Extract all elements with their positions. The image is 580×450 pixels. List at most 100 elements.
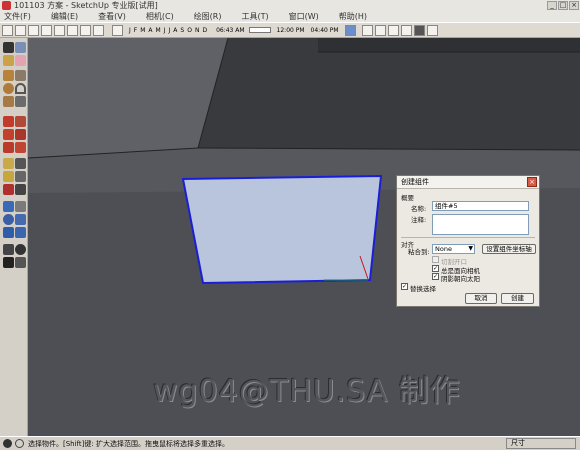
- paint-bucket-icon[interactable]: [3, 55, 14, 66]
- dialog-title-bar: 创建组件 ×: [397, 176, 539, 189]
- watermark-text: wg04@THU.SA 制作: [153, 374, 461, 409]
- month-3[interactable]: M: [140, 27, 145, 34]
- zoom-window-icon[interactable]: [15, 214, 26, 225]
- month-12[interactable]: D: [202, 27, 207, 34]
- home-icon[interactable]: [28, 24, 39, 36]
- eraser-icon[interactable]: [15, 55, 26, 66]
- pan-icon[interactable]: [15, 201, 26, 212]
- select-arrow-icon[interactable]: [3, 42, 14, 53]
- previous-view-icon[interactable]: [15, 227, 26, 238]
- minimize-button[interactable]: _: [547, 1, 557, 10]
- month-5[interactable]: M: [156, 27, 161, 34]
- polygon-icon[interactable]: [3, 96, 14, 107]
- month-2[interactable]: F: [134, 27, 137, 34]
- new-file-icon[interactable]: [2, 24, 13, 36]
- front-view-icon[interactable]: [41, 24, 52, 36]
- wireframe-style-icon[interactable]: [374, 24, 386, 36]
- line-icon[interactable]: [15, 70, 26, 81]
- month-1[interactable]: J: [129, 27, 131, 34]
- replace-selection-checkbox[interactable]: ✓: [401, 283, 408, 290]
- create-button[interactable]: 创建: [501, 293, 534, 304]
- tape-measure-icon[interactable]: [3, 158, 14, 169]
- menu-help[interactable]: 帮助(H): [339, 11, 367, 22]
- month-10[interactable]: O: [187, 27, 192, 34]
- measurements-box[interactable]: 尺寸: [506, 438, 576, 449]
- month-6[interactable]: J: [164, 27, 166, 34]
- zoom-icon[interactable]: [3, 214, 14, 225]
- shadow-toggle-icon[interactable]: [112, 24, 123, 36]
- replace-selection-label: 替换选择: [410, 285, 436, 293]
- dimension-icon[interactable]: [15, 158, 26, 169]
- back-view-icon[interactable]: [67, 24, 78, 36]
- left-view-icon[interactable]: [80, 24, 91, 36]
- month-7[interactable]: J: [169, 27, 171, 34]
- checkmark-icon: ✓: [402, 283, 408, 290]
- walk-icon[interactable]: [3, 257, 14, 268]
- scale-icon[interactable]: [3, 142, 14, 153]
- shadows-face-sun-checkbox[interactable]: ✓: [432, 273, 439, 280]
- menu-tools[interactable]: 工具(T): [242, 11, 269, 22]
- set-component-axes-button[interactable]: 设置组件坐标轴: [482, 244, 536, 254]
- close-window-button[interactable]: ×: [569, 1, 579, 10]
- move-icon[interactable]: [3, 116, 14, 127]
- description-input[interactable]: [432, 214, 529, 235]
- right-view-icon[interactable]: [54, 24, 65, 36]
- rectangle-icon[interactable]: [3, 70, 14, 81]
- monochrome-style-icon[interactable]: [426, 24, 438, 36]
- open-file-icon[interactable]: [15, 24, 26, 36]
- orbit-icon[interactable]: [3, 201, 14, 212]
- section-divider: [401, 237, 535, 238]
- push-pull-icon[interactable]: [15, 116, 26, 127]
- position-camera-icon[interactable]: [3, 244, 14, 255]
- selected-face[interactable]: [181, 174, 383, 285]
- help-icon[interactable]: [15, 439, 24, 448]
- axes-icon[interactable]: [3, 184, 14, 195]
- section-plane-icon[interactable]: [15, 257, 26, 268]
- hidden-line-style-icon[interactable]: [387, 24, 399, 36]
- freehand-icon[interactable]: [15, 96, 26, 107]
- text-icon[interactable]: [15, 171, 26, 182]
- cancel-button[interactable]: 取消: [465, 293, 497, 304]
- geo-location-icon[interactable]: [3, 439, 12, 448]
- protractor-icon[interactable]: [3, 171, 14, 182]
- follow-me-icon[interactable]: [15, 129, 26, 140]
- menu-draw[interactable]: 绘图(R): [194, 11, 222, 22]
- general-section-label: 概要: [401, 194, 414, 202]
- xray-style-icon[interactable]: [361, 24, 373, 36]
- circle-icon[interactable]: [3, 83, 14, 94]
- cut-opening-checkbox[interactable]: [432, 256, 439, 263]
- offset-icon[interactable]: [15, 142, 26, 153]
- menu-bar: 文件(F) 编辑(E) 查看(V) 相机(C) 绘图(R) 工具(T) 窗口(W…: [0, 11, 580, 22]
- shaded-style-icon[interactable]: [400, 24, 412, 36]
- maximize-button[interactable]: □: [558, 1, 568, 10]
- month-4[interactable]: A: [148, 27, 152, 34]
- look-around-icon[interactable]: [15, 244, 26, 255]
- shadow-months: J F M A M J J A S O N D: [129, 27, 210, 34]
- menu-view[interactable]: 查看(V): [98, 11, 126, 22]
- menu-edit[interactable]: 编辑(E): [51, 11, 78, 22]
- make-component-icon[interactable]: [15, 42, 26, 53]
- 3d-text-icon[interactable]: [15, 184, 26, 195]
- month-9[interactable]: S: [180, 27, 184, 34]
- arc-icon[interactable]: [15, 83, 26, 94]
- time-end-label: 04:40 PM: [310, 26, 339, 34]
- title-bar: 101103 方案 - SketchUp 专业版[试用] _ □ ×: [0, 0, 580, 11]
- time-slider[interactable]: [248, 27, 271, 33]
- iso-view-icon[interactable]: [344, 24, 356, 36]
- sketchup-app-icon: [2, 1, 11, 10]
- rotate-icon[interactable]: [3, 129, 14, 140]
- dialog-close-button[interactable]: ×: [527, 177, 537, 187]
- zoom-extents-icon[interactable]: [3, 227, 14, 238]
- bottom-view-icon[interactable]: [93, 24, 104, 36]
- menu-camera[interactable]: 相机(C): [146, 11, 174, 22]
- window-controls: _ □ ×: [547, 1, 579, 10]
- menu-window[interactable]: 窗口(W): [289, 11, 319, 22]
- measurements-label: 尺寸: [511, 439, 525, 447]
- textured-style-icon[interactable]: [413, 24, 425, 36]
- month-11[interactable]: N: [195, 27, 200, 34]
- menu-file[interactable]: 文件(F): [4, 11, 31, 22]
- always-face-camera-checkbox[interactable]: ✓: [432, 265, 439, 272]
- name-input[interactable]: 组件#5: [432, 201, 529, 211]
- glue-to-select[interactable]: None ▼: [432, 244, 475, 254]
- month-8[interactable]: A: [173, 27, 177, 34]
